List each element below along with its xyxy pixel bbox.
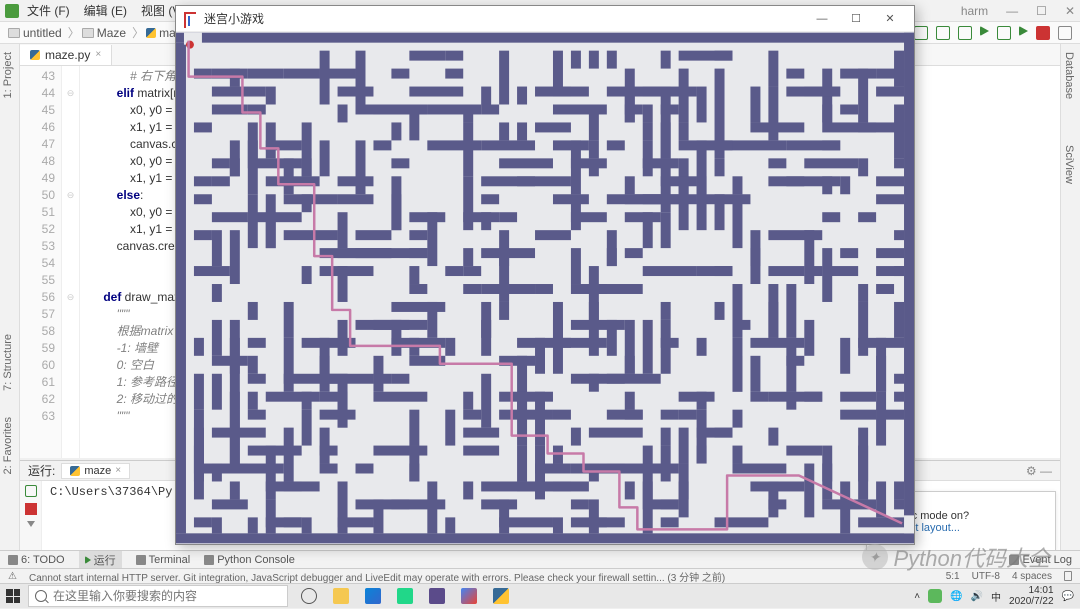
breadcrumb-folder[interactable]: Maze [82, 26, 126, 40]
ide-close-button[interactable]: ✕ [1065, 4, 1075, 18]
pycharm-icon [5, 4, 19, 18]
left-tool-strip: 1: Project 7: Structure 2: Favorites [0, 44, 20, 553]
run-button-icon[interactable] [980, 26, 989, 36]
breadcrumb-project[interactable]: untitled [8, 26, 62, 40]
status-warning-icon[interactable]: ⚠ [8, 571, 17, 582]
app-icon-2[interactable] [454, 584, 484, 609]
search-everywhere-icon[interactable] [1058, 26, 1072, 40]
pycharm-taskbar-icon[interactable] [390, 584, 420, 609]
tool-tab-favorites[interactable]: 2: Favorites [0, 409, 16, 482]
stop-run-icon[interactable] [25, 503, 37, 515]
python-taskbar-icon[interactable] [486, 584, 516, 609]
editor-tab-label: maze.py [45, 48, 90, 62]
maze-game-window: 迷宫小游戏 — ☐ ✕ [175, 5, 915, 545]
windows-taskbar: ˄ 🌐 🔊 中 14:01 2020/7/22 💬 [0, 583, 1080, 608]
tray-clock[interactable]: 14:01 2020/7/22 [1009, 585, 1054, 607]
tool-tab-project[interactable]: 1: Project [0, 44, 16, 106]
task-view-icon[interactable] [294, 584, 324, 609]
debug-button-icon[interactable] [997, 26, 1011, 40]
status-bar: ⚠ Cannot start internal HTTP server. Git… [0, 568, 1080, 583]
run-label: 运行: [28, 462, 55, 479]
right-tool-strip: Database SciView [1060, 44, 1080, 553]
status-message: Cannot start internal HTTP server. Git i… [29, 569, 934, 584]
tray-app-icon[interactable] [928, 589, 942, 603]
explorer-icon[interactable] [326, 584, 356, 609]
tab-todo[interactable]: 6: TODO [8, 554, 65, 566]
build-icon[interactable] [936, 26, 950, 40]
run-settings-icon[interactable]: ⚙ — [1026, 464, 1052, 478]
tray-chevron-icon[interactable]: ˄ [914, 591, 920, 602]
menu-edit[interactable]: 编辑 (E) [84, 2, 127, 19]
config-icon[interactable] [958, 26, 972, 40]
fold-column[interactable]: ⊖⊖⊖ [62, 66, 80, 458]
search-icon [35, 590, 47, 602]
tray-volume-icon[interactable]: 🔊 [971, 591, 983, 602]
status-caret-pos: 5:1 [946, 571, 960, 582]
maze-maximize-button[interactable]: ☐ [840, 9, 872, 29]
bottom-tool-tabs: 6: TODO 运行 Terminal Python Console Event… [0, 550, 1080, 568]
tool-tab-structure[interactable]: 7: Structure [0, 326, 16, 399]
tab-terminal[interactable]: Terminal [136, 554, 191, 566]
start-button[interactable] [0, 584, 26, 609]
tab-run[interactable]: 运行 [79, 551, 122, 569]
tool-tab-database[interactable]: Database [1061, 44, 1077, 107]
search-input[interactable] [53, 589, 281, 603]
python-file-icon [30, 50, 40, 60]
stop-button-icon[interactable] [1036, 26, 1050, 40]
menu-file[interactable]: 文件 (F) [27, 2, 70, 19]
maze-titlebar[interactable]: 迷宫小游戏 — ☐ ✕ [176, 6, 914, 32]
edge-icon[interactable] [358, 584, 388, 609]
ide-minimize-button[interactable]: — [1006, 4, 1018, 18]
line-gutter: 4344454647484950515253545556575859606162… [20, 66, 62, 458]
maze-minimize-button[interactable]: — [806, 9, 838, 29]
maze-close-button[interactable]: ✕ [874, 9, 906, 29]
tray-ime-icon[interactable]: 中 [991, 589, 1001, 604]
run-config-tab[interactable]: maze× [61, 463, 130, 479]
maze-window-title: 迷宫小游戏 [204, 10, 264, 27]
scroll-down-icon[interactable] [27, 521, 35, 527]
lock-icon[interactable] [1064, 571, 1072, 581]
windows-search-box[interactable] [28, 585, 288, 607]
tab-python-console[interactable]: Python Console [204, 554, 295, 566]
ide-maximize-button[interactable]: ☐ [1036, 4, 1047, 18]
app-icon-1[interactable] [422, 584, 452, 609]
tool-tab-sciview[interactable]: SciView [1061, 137, 1077, 192]
run-coverage-icon[interactable] [1019, 26, 1028, 36]
maze-canvas[interactable] [176, 32, 914, 544]
tab-event-log[interactable]: Event Log [1009, 554, 1072, 566]
status-encoding[interactable]: UTF-8 [972, 571, 1000, 582]
rerun-icon[interactable] [25, 485, 37, 497]
status-indent[interactable]: 4 spaces [1012, 571, 1052, 582]
ide-title-suffix: harm [961, 4, 988, 18]
close-tab-icon[interactable]: × [95, 49, 101, 60]
tray-network-icon[interactable]: 🌐 [950, 591, 962, 602]
editor-tab-maze[interactable]: maze.py × [20, 45, 112, 65]
tkinter-icon [184, 12, 198, 26]
tray-notifications-icon[interactable]: 💬 [1062, 591, 1074, 602]
sync-icon[interactable] [914, 26, 928, 40]
